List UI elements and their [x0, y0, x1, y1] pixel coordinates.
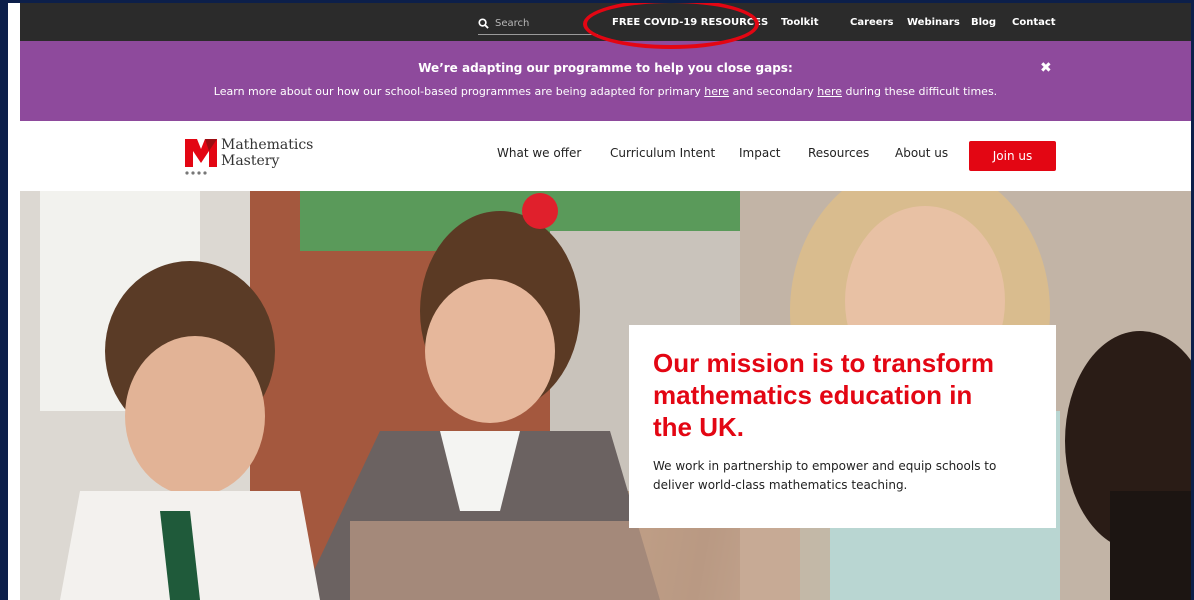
contact-link[interactable]: Contact — [1012, 17, 1056, 28]
covid-banner: We’re adapting our programme to help you… — [20, 41, 1191, 121]
banner-text-part: Learn more about our how our school-base… — [213, 85, 705, 98]
nav-impact[interactable]: Impact — [739, 146, 781, 160]
join-us-button[interactable]: Join us — [969, 141, 1056, 171]
covid-resources-link[interactable]: FREE COVID-19 RESOURCES — [612, 17, 768, 28]
hero-photo: Our mission is to transform mathematics … — [20, 191, 1191, 600]
banner-text: Learn more about our how our school-base… — [20, 85, 1191, 98]
search-input[interactable] — [495, 18, 585, 29]
secondary-here-link[interactable]: here — [817, 85, 842, 98]
mission-card: Our mission is to transform mathematics … — [629, 325, 1056, 528]
banner-title: We’re adapting our programme to help you… — [418, 61, 793, 75]
banner-text-part: during these difficult times. — [842, 85, 998, 98]
blog-link[interactable]: Blog — [971, 17, 996, 28]
mission-description: We work in partnership to empower and eq… — [653, 459, 997, 492]
logo-line-2: Mastery — [221, 153, 280, 169]
mission-heading: Our mission is to transform mathematics … — [653, 348, 994, 442]
site-logo[interactable]: Mathematics Mastery — [183, 135, 343, 177]
search-box[interactable] — [478, 13, 598, 35]
nav-what-we-offer[interactable]: What we offer — [497, 146, 581, 160]
site-header: Mathematics Mastery What we offer Curric… — [20, 121, 1191, 191]
utility-bar: FREE COVID-19 RESOURCES Toolkit Careers … — [8, 0, 1191, 49]
page-left-gutter — [8, 0, 20, 600]
close-icon[interactable]: ✖ — [1040, 60, 1052, 76]
logo-line-1: Mathematics — [221, 137, 314, 153]
nav-curriculum-intent[interactable]: Curriculum Intent — [610, 146, 715, 160]
nav-about-us[interactable]: About us — [895, 146, 948, 160]
logo-wordmark: Mathematics Mastery — [221, 137, 313, 169]
webinars-link[interactable]: Webinars — [907, 17, 960, 28]
primary-here-link[interactable]: here — [704, 85, 729, 98]
nav-resources[interactable]: Resources — [808, 146, 869, 160]
banner-text-part: and secondary — [729, 85, 818, 98]
mathematics-mastery-logo-icon — [185, 139, 217, 175]
search-icon — [478, 18, 489, 29]
toolkit-link[interactable]: Toolkit — [781, 17, 819, 28]
careers-link[interactable]: Careers — [850, 17, 893, 28]
